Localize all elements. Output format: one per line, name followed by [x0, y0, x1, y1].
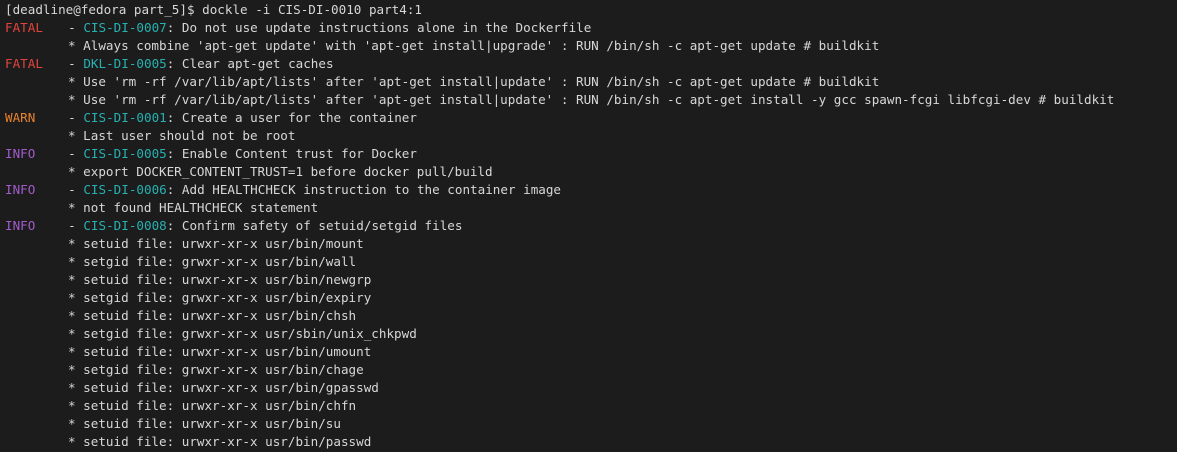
result-detail: * Last user should not be root — [68, 128, 296, 143]
separator-dash: - — [53, 110, 84, 125]
check-code: CIS-DI-0008 — [83, 218, 167, 233]
result-detail: * setuid file: urwxr-xr-x usr/bin/newgrp — [68, 272, 372, 287]
result-detail: * setuid file: urwxr-xr-x usr/bin/passwd — [68, 434, 372, 449]
separator-dash: - — [53, 20, 84, 35]
result-detail: * setuid file: urwxr-xr-x usr/bin/gpassw… — [68, 380, 379, 395]
result-detail: * setuid file: urwxr-xr-x usr/bin/umount — [68, 344, 372, 359]
separator-dash: - — [53, 56, 84, 71]
separator-dash: - — [53, 218, 84, 233]
result-detail: * not found HEALTHCHECK statement — [68, 200, 319, 215]
result-heading: INFO - CIS-DI-0006: Add HEALTHCHECK inst… — [5, 181, 1177, 199]
severity-label: INFO — [5, 146, 36, 161]
severity-label: INFO — [5, 218, 36, 233]
result-detail: * Use 'rm -rf /var/lib/apt/lists' after … — [68, 74, 880, 89]
result-heading: WARN - CIS-DI-0001: Create a user for th… — [5, 109, 1177, 127]
check-title: : Confirm safety of setuid/setgid files — [166, 218, 463, 233]
check-title: : Enable Content trust for Docker — [166, 146, 417, 161]
result-detail: * Use 'rm -rf /var/lib/apt/lists' after … — [68, 92, 1115, 107]
separator-dash: - — [53, 182, 84, 197]
check-code: CIS-DI-0001 — [83, 110, 167, 125]
result-detail: * setuid file: urwxr-xr-x usr/bin/chfn — [68, 398, 357, 413]
check-code: CIS-DI-0006 — [83, 182, 167, 197]
severity-label: WARN — [5, 110, 36, 125]
terminal-window[interactable]: [deadline@fedora part_5]$ dockle -i CIS-… — [0, 0, 1177, 452]
check-code: CIS-DI-0005 — [83, 146, 167, 161]
severity-label: FATAL — [5, 20, 43, 35]
severity-label: FATAL — [5, 56, 43, 71]
check-title: : Add HEALTHCHECK instruction to the con… — [166, 182, 562, 197]
result-detail: * setgid file: grwxr-xr-x usr/bin/chage — [68, 362, 364, 377]
result-detail: * setgid file: grwxr-xr-x usr/sbin/unix_… — [68, 326, 417, 341]
check-title: : Do not use update instructions alone i… — [166, 20, 592, 35]
result-detail: * setuid file: urwxr-xr-x usr/bin/mount — [68, 236, 364, 251]
check-title: : Clear apt-get caches — [166, 56, 334, 71]
severity-label: INFO — [5, 182, 36, 197]
check-code: DKL-DI-0005 — [83, 56, 167, 71]
check-code: CIS-DI-0007 — [83, 20, 167, 35]
result-heading: FATAL - CIS-DI-0007: Do not use update i… — [5, 19, 1177, 37]
result-detail: * setuid file: urwxr-xr-x usr/bin/chsh — [68, 308, 357, 323]
result-detail: * export DOCKER_CONTENT_TRUST=1 before d… — [68, 164, 493, 179]
result-heading: FATAL - DKL-DI-0005: Clear apt-get cache… — [5, 55, 1177, 73]
result-detail: * Always combine 'apt-get update' with '… — [68, 38, 880, 53]
result-detail: * setgid file: grwxr-xr-x usr/bin/wall — [68, 254, 357, 269]
shell-prompt-line: [deadline@fedora part_5]$ dockle -i CIS-… — [5, 2, 423, 17]
result-heading: INFO - CIS-DI-0005: Enable Content trust… — [5, 145, 1177, 163]
check-title: : Create a user for the container — [166, 110, 417, 125]
result-detail: * setgid file: grwxr-xr-x usr/bin/expiry — [68, 290, 372, 305]
separator-dash: - — [53, 146, 84, 161]
result-detail: * setuid file: urwxr-xr-x usr/bin/su — [68, 416, 341, 431]
result-heading: INFO - CIS-DI-0008: Confirm safety of se… — [5, 217, 1177, 235]
dockle-results: FATAL - CIS-DI-0007: Do not use update i… — [5, 19, 1177, 451]
